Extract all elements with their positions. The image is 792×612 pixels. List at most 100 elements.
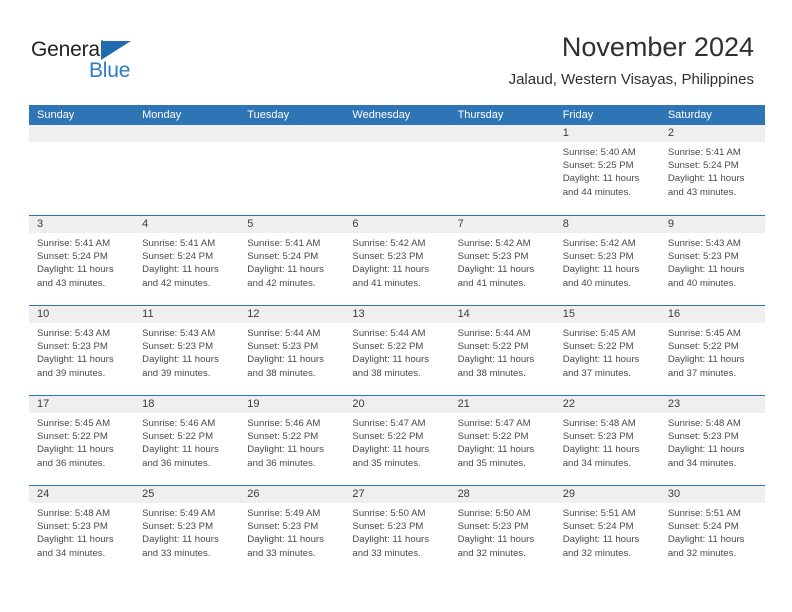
day-number-band: [29, 125, 135, 142]
calendar-day-cell[interactable]: 23 Sunrise: 5:48 AM Sunset: 5:23 PM Dayligh…: [659, 396, 765, 485]
day-number-band: 24: [29, 486, 135, 503]
day-of-week-header-row: Sunday Monday Tuesday Wednesday Thursday Frid…: [29, 105, 765, 125]
calendar-day-cell[interactable]: 6 Sunrise: 5:42 AM Sunset: 5:23 PM Daylight…: [344, 216, 450, 305]
sunset-text: Sunset: 5:23 PM: [247, 521, 319, 533]
day-number-band: 11: [134, 306, 240, 323]
sunset-text: Sunset: 5:23 PM: [562, 431, 634, 443]
day-number-band: 10: [29, 306, 135, 323]
day-number-band: 30: [659, 486, 765, 503]
sunrise-text: Sunrise: 5:51 AM: [667, 508, 741, 519]
day-sun-info: Sunrise: 5:41 AM Sunset: 5:24 PM Daylight:…: [134, 233, 239, 290]
day-sun-info: Sunrise: 5:41 AM Sunset: 5:24 PM Daylight:…: [239, 233, 344, 290]
calendar-grid: Sunday Monday Tuesday Wednesday Thursday Frid…: [29, 105, 765, 575]
day-sun-info: Sunrise: 5:47 AM Sunset: 5:22 PM Daylight:…: [344, 413, 449, 470]
daylight-text: Daylight: 11 hours and 41 minutes.: [457, 264, 535, 289]
day-sun-info: Sunrise: 5:51 AM Sunset: 5:24 PM Daylight:…: [660, 503, 765, 560]
calendar-weeks: 1 Sunrise: 5:40 AM Sunset: 5:25 PM Daylight…: [29, 125, 765, 575]
calendar-day-cell[interactable]: 3 Sunrise: 5:41 AM Sunset: 5:24 PM Daylight…: [29, 216, 135, 305]
daylight-text: Daylight: 11 hours and 39 minutes.: [142, 354, 219, 379]
daylight-text: Daylight: 11 hours and 41 minutes.: [352, 264, 430, 289]
calendar-day-cell[interactable]: 29 Sunrise: 5:51 AM Sunset: 5:24 PM Dayligh…: [554, 486, 660, 575]
calendar-day-cell[interactable]: 7 Sunrise: 5:42 AM Sunset: 5:23 PM Daylight…: [449, 216, 555, 305]
day-number-band: 9: [659, 216, 765, 233]
day-sun-info: Sunrise: 5:44 AM Sunset: 5:22 PM Daylight:…: [344, 323, 449, 380]
calendar-day-cell[interactable]: 11 Sunrise: 5:43 AM Sunset: 5:23 PM Dayligh…: [134, 306, 240, 395]
day-number-band: 5: [239, 216, 345, 233]
calendar-day-cell-empty: [29, 125, 135, 215]
day-sun-info: Sunrise: 5:49 AM Sunset: 5:23 PM Daylight:…: [239, 503, 344, 560]
calendar-day-cell[interactable]: 18 Sunrise: 5:46 AM Sunset: 5:22 PM Dayligh…: [134, 396, 240, 485]
day-number-band: 13: [344, 306, 450, 323]
sunset-text: Sunset: 5:22 PM: [562, 341, 634, 353]
day-number-band: 23: [659, 396, 765, 413]
calendar-day-cell[interactable]: 24 Sunrise: 5:48 AM Sunset: 5:23 PM Dayligh…: [29, 486, 135, 575]
day-sun-info: Sunrise: 5:45 AM Sunset: 5:22 PM Daylight:…: [660, 323, 765, 380]
day-sun-info: Sunrise: 5:43 AM Sunset: 5:23 PM Daylight:…: [29, 323, 134, 380]
calendar-day-cell[interactable]: 9 Sunrise: 5:43 AM Sunset: 5:23 PM Daylight…: [659, 216, 765, 305]
day-sun-info: Sunrise: 5:48 AM Sunset: 5:23 PM Daylight:…: [29, 503, 134, 560]
sunrise-text: Sunrise: 5:42 AM: [457, 238, 531, 249]
calendar-day-cell[interactable]: 25 Sunrise: 5:49 AM Sunset: 5:23 PM Dayligh…: [134, 486, 240, 575]
sunrise-text: Sunrise: 5:42 AM: [352, 238, 426, 249]
day-number-band: 16: [659, 306, 765, 323]
day-number: 13: [352, 308, 365, 320]
calendar-day-cell[interactable]: 27 Sunrise: 5:50 AM Sunset: 5:23 PM Dayligh…: [344, 486, 450, 575]
daylight-text: Daylight: 11 hours and 42 minutes.: [142, 264, 219, 289]
day-number-band: 8: [554, 216, 660, 233]
day-number: 29: [562, 488, 575, 500]
calendar-day-cell[interactable]: 14 Sunrise: 5:44 AM Sunset: 5:22 PM Dayligh…: [449, 306, 555, 395]
page-subtitle: Jalaud, Western Visayas, Philippines: [508, 71, 754, 88]
sunset-text: Sunset: 5:22 PM: [352, 431, 424, 443]
day-sun-info: Sunrise: 5:44 AM Sunset: 5:23 PM Daylight:…: [239, 323, 344, 380]
calendar-day-cell[interactable]: 4 Sunrise: 5:41 AM Sunset: 5:24 PM Daylight…: [134, 216, 240, 305]
day-sun-info: Sunrise: 5:42 AM Sunset: 5:23 PM Daylight:…: [450, 233, 555, 290]
day-number: 11: [142, 308, 154, 320]
day-number: 5: [247, 218, 254, 230]
calendar-day-cell[interactable]: 8 Sunrise: 5:42 AM Sunset: 5:23 PM Daylight…: [554, 216, 660, 305]
calendar-day-cell[interactable]: 13 Sunrise: 5:44 AM Sunset: 5:22 PM Dayligh…: [344, 306, 450, 395]
calendar-day-cell[interactable]: 1 Sunrise: 5:40 AM Sunset: 5:25 PM Daylight…: [554, 125, 660, 215]
calendar-day-cell[interactable]: 22 Sunrise: 5:48 AM Sunset: 5:23 PM Dayligh…: [554, 396, 660, 485]
sunrise-text: Sunrise: 5:50 AM: [352, 508, 426, 519]
calendar-page: General Blue November 2024 Jalaud, Weste…: [0, 0, 792, 612]
sunset-text: Sunset: 5:24 PM: [562, 521, 634, 533]
day-sun-info: Sunrise: 5:43 AM Sunset: 5:23 PM Daylight:…: [660, 233, 765, 290]
day-number-band: [134, 125, 240, 142]
day-number-band: 3: [29, 216, 135, 233]
calendar-day-cell[interactable]: 5 Sunrise: 5:41 AM Sunset: 5:24 PM Daylight…: [239, 216, 345, 305]
daylight-text: Daylight: 11 hours and 32 minutes.: [457, 534, 535, 559]
general-blue-logo: General Blue: [31, 38, 151, 82]
sunrise-text: Sunrise: 5:41 AM: [667, 147, 741, 158]
sunrise-text: Sunrise: 5:47 AM: [457, 418, 531, 429]
daylight-text: Daylight: 11 hours and 33 minutes.: [247, 534, 324, 559]
calendar-day-cell[interactable]: 15 Sunrise: 5:45 AM Sunset: 5:22 PM Dayligh…: [554, 306, 660, 395]
calendar-day-cell[interactable]: 28 Sunrise: 5:50 AM Sunset: 5:23 PM Dayligh…: [449, 486, 555, 575]
calendar-day-cell[interactable]: 20 Sunrise: 5:47 AM Sunset: 5:22 PM Dayligh…: [344, 396, 450, 485]
sunrise-text: Sunrise: 5:49 AM: [142, 508, 216, 519]
day-sun-info: Sunrise: 5:44 AM Sunset: 5:22 PM Daylight:…: [450, 323, 555, 380]
calendar-day-cell[interactable]: 17 Sunrise: 5:45 AM Sunset: 5:22 PM Dayligh…: [29, 396, 135, 485]
day-number-band: 2: [659, 125, 765, 142]
day-number: 28: [457, 488, 470, 500]
day-number: 20: [352, 398, 365, 410]
day-number-band: 29: [554, 486, 660, 503]
day-sun-info: Sunrise: 5:42 AM Sunset: 5:23 PM Daylight:…: [344, 233, 449, 290]
calendar-day-cell[interactable]: 26 Sunrise: 5:49 AM Sunset: 5:23 PM Dayligh…: [239, 486, 345, 575]
sunset-text: Sunset: 5:23 PM: [457, 521, 529, 533]
sunrise-text: Sunrise: 5:48 AM: [562, 418, 636, 429]
sunset-text: Sunset: 5:24 PM: [247, 251, 319, 263]
calendar-day-cell[interactable]: 30 Sunrise: 5:51 AM Sunset: 5:24 PM Dayligh…: [659, 486, 765, 575]
calendar-day-cell[interactable]: 12 Sunrise: 5:44 AM Sunset: 5:23 PM Dayligh…: [239, 306, 345, 395]
calendar-day-cell[interactable]: 21 Sunrise: 5:47 AM Sunset: 5:22 PM Dayligh…: [449, 396, 555, 485]
day-sun-info: Sunrise: 5:51 AM Sunset: 5:24 PM Daylight:…: [555, 503, 660, 560]
calendar-day-cell[interactable]: 10 Sunrise: 5:43 AM Sunset: 5:23 PM Dayligh…: [29, 306, 135, 395]
calendar-day-cell[interactable]: 2 Sunrise: 5:41 AM Sunset: 5:24 PM Daylight…: [659, 125, 765, 215]
day-number-band: 22: [554, 396, 660, 413]
day-number: 25: [142, 488, 155, 500]
day-number: 19: [247, 398, 260, 410]
day-sun-info: Sunrise: 5:47 AM Sunset: 5:22 PM Daylight:…: [450, 413, 555, 470]
calendar-day-cell[interactable]: 19 Sunrise: 5:46 AM Sunset: 5:22 PM Dayligh…: [239, 396, 345, 485]
calendar-day-cell[interactable]: 16 Sunrise: 5:45 AM Sunset: 5:22 PM Dayligh…: [659, 306, 765, 395]
day-of-week-header: Monday: [142, 109, 182, 121]
sunrise-text: Sunrise: 5:44 AM: [247, 328, 321, 339]
